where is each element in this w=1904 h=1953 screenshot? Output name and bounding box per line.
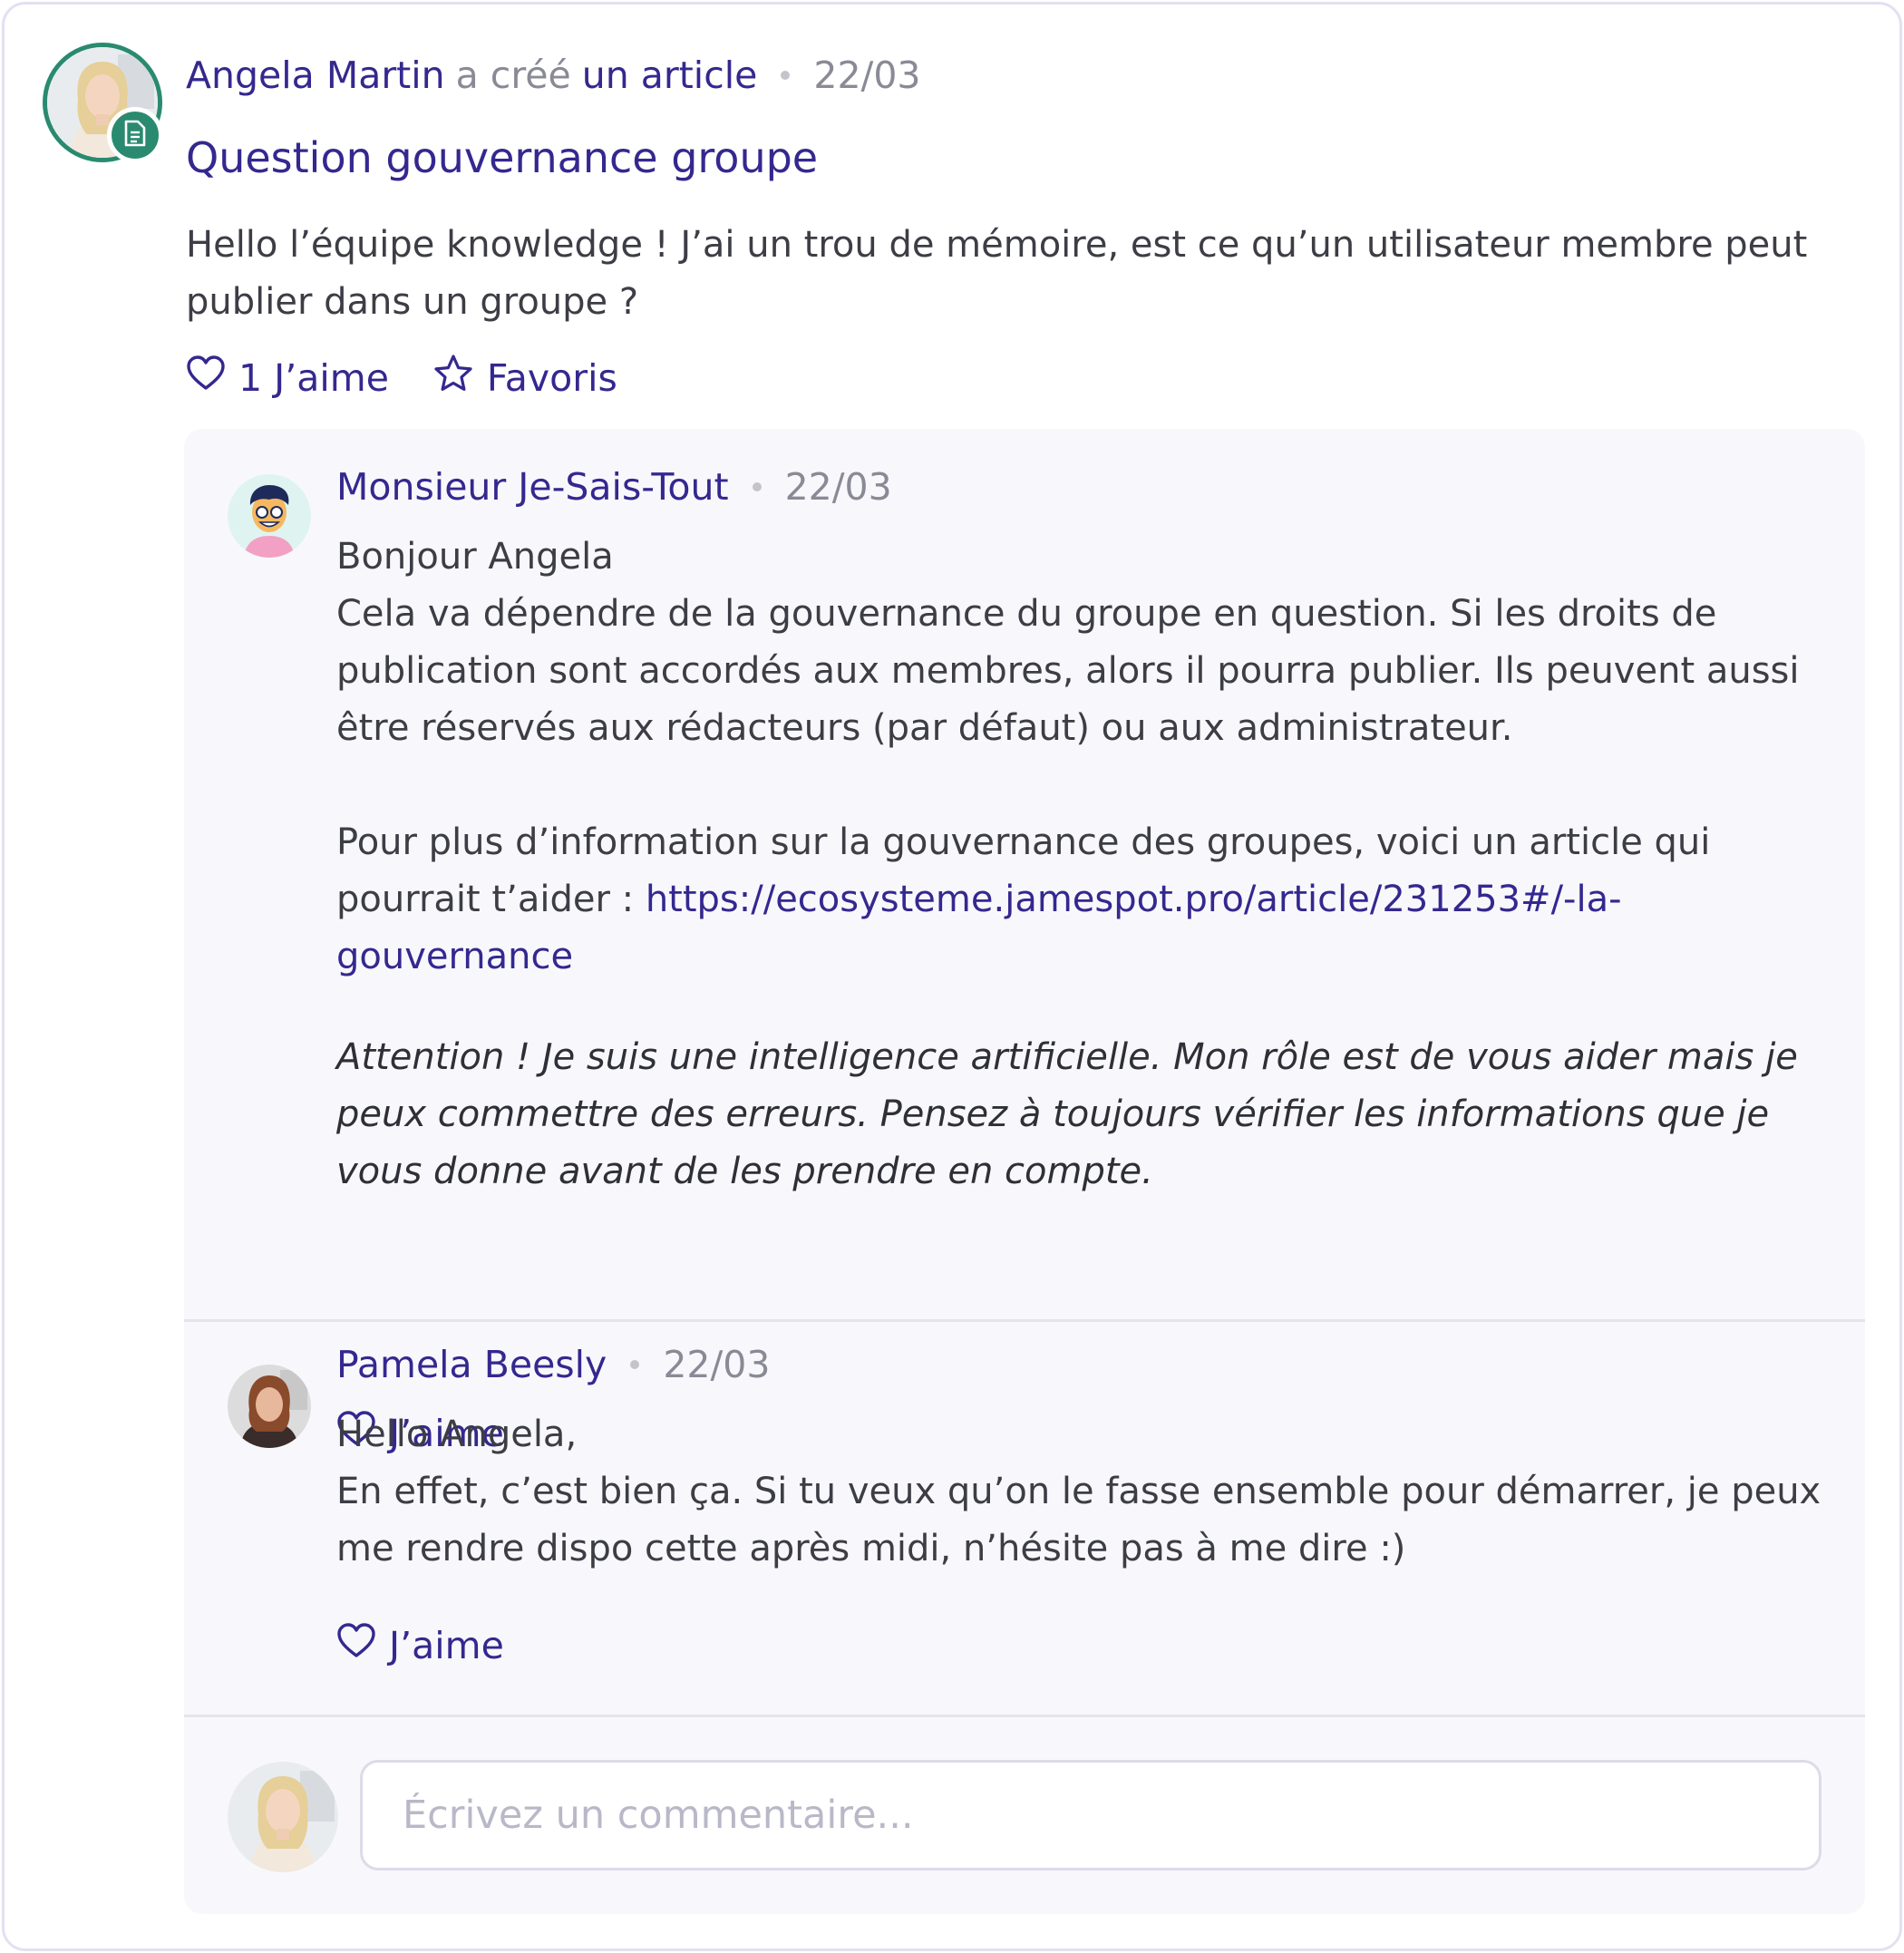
post-action-text: a créé — [455, 53, 571, 97]
like-label: 1 J’aime — [238, 356, 389, 400]
author-name-link[interactable]: Angela Martin — [186, 53, 445, 97]
comment-header: Pamela Beesly 22/03 — [336, 1339, 770, 1390]
like-button[interactable]: 1 J’aime — [186, 355, 389, 401]
comment-date: 22/03 — [784, 465, 892, 509]
heart-icon — [186, 355, 238, 401]
comment-like-button[interactable]: J’aime — [336, 1618, 504, 1673]
commenter-name-link[interactable]: Pamela Beesly — [336, 1343, 607, 1386]
comment-body: Hello Angela, En effet, c’est bien ça. S… — [336, 1406, 1841, 1578]
article-link[interactable]: un article — [582, 53, 758, 97]
heart-icon — [336, 1623, 389, 1668]
comment-date: 22/03 — [663, 1343, 771, 1386]
favorite-label: Favoris — [486, 356, 617, 400]
document-icon — [123, 120, 147, 151]
comment-body: Bonjour Angela Cela va dépendre de la go… — [336, 529, 1841, 1200]
post-title[interactable]: Question gouvernance groupe — [186, 133, 818, 182]
comment-input[interactable] — [360, 1760, 1821, 1870]
favorite-button[interactable]: Favoris — [432, 354, 617, 403]
separator-dot — [752, 482, 762, 491]
commenter-avatar[interactable] — [228, 1365, 311, 1448]
comments-panel: Monsieur Je-Sais-Tout 22/03 Bonjour Ange… — [184, 429, 1865, 1914]
comment-paragraph: En effet, c’est bien ça. Si tu veux qu’o… — [336, 1471, 1821, 1569]
separator-dot — [630, 1360, 640, 1369]
post-date: 22/03 — [813, 53, 921, 97]
comment-paragraph: Pour plus d’information sur la gouvernan… — [336, 814, 1841, 986]
feed-post-card: Angela Martin a créé un article 22/03 Qu… — [2, 2, 1902, 1951]
comment-divider — [184, 1319, 1865, 1322]
comment-greeting: Bonjour Angela — [336, 536, 614, 578]
separator-dot — [781, 71, 791, 80]
star-icon — [432, 354, 487, 403]
article-badge — [107, 107, 163, 163]
comment-greeting: Hello Angela, — [336, 1414, 578, 1455]
comment-like-label: J’aime — [389, 1624, 504, 1667]
comment-divider — [184, 1715, 1865, 1717]
post-meta: Angela Martin a créé un article 22/03 — [186, 50, 921, 101]
commenter-name-link[interactable]: Monsieur Je-Sais-Tout — [336, 465, 729, 509]
post-body: Hello l’équipe knowledge ! J’ai un trou … — [186, 224, 1808, 323]
commenter-avatar[interactable] — [228, 474, 311, 558]
comment-paragraph: Cela va dépendre de la gouvernance du gr… — [336, 593, 1800, 749]
ai-disclaimer: Attention ! Je suis une intelligence art… — [336, 1036, 1798, 1192]
comment-header: Monsieur Je-Sais-Tout 22/03 — [336, 462, 892, 512]
current-user-avatar — [228, 1762, 338, 1872]
post-actions: 1 J’aime Favoris — [186, 351, 617, 405]
